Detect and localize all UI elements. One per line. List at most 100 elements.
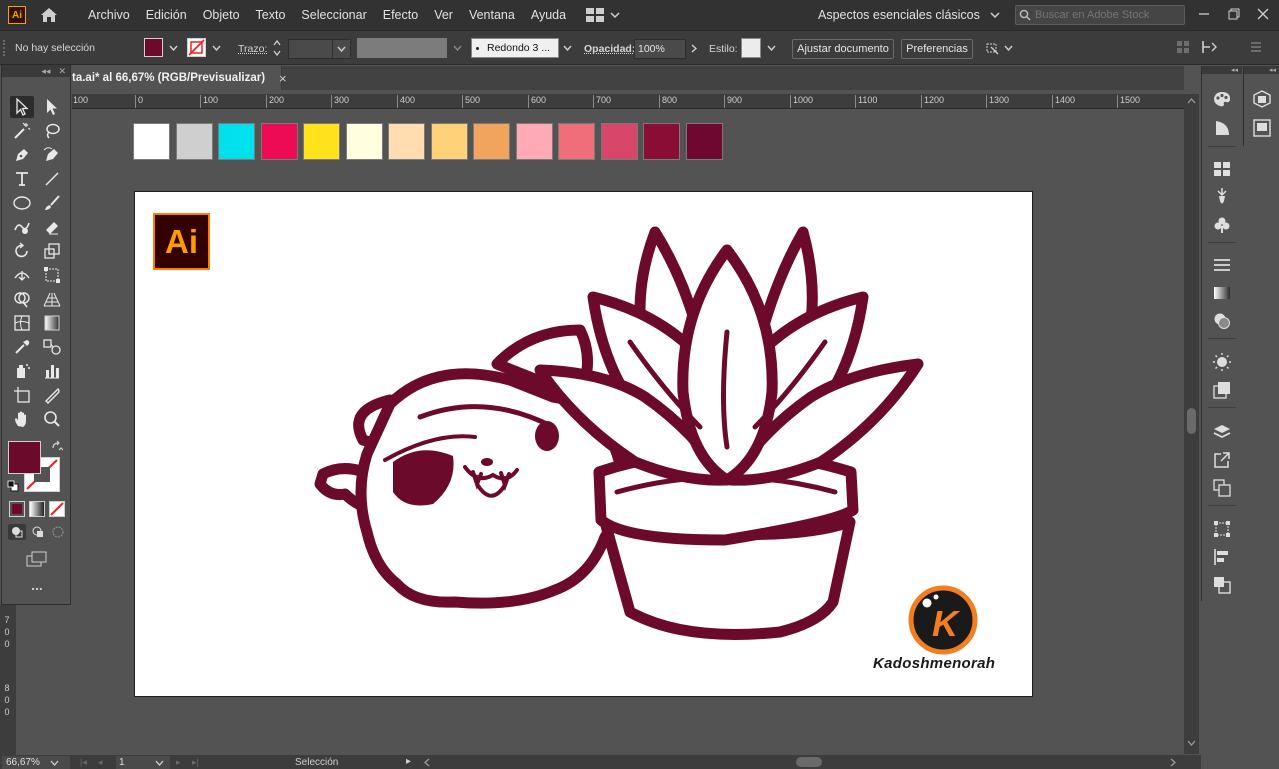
- menu-seleccionar[interactable]: Seleccionar: [293, 0, 374, 30]
- color-swatch[interactable]: [685, 123, 723, 160]
- draw-behind-button[interactable]: [29, 524, 47, 540]
- opacity-label[interactable]: Opacidad:: [584, 43, 635, 55]
- shaper-tool[interactable]: [10, 216, 34, 238]
- gradient-panel-icon[interactable]: [1211, 282, 1233, 304]
- symbols-panel-icon[interactable]: [1211, 214, 1233, 236]
- menu-texto[interactable]: Texto: [248, 0, 294, 30]
- align-panel-icon[interactable]: [1211, 546, 1233, 568]
- width-tool[interactable]: [10, 264, 34, 286]
- swap-fill-stroke-icon[interactable]: [51, 440, 64, 452]
- document-tab[interactable]: ta.ai* al 66,67% (RGB/Previsualizar) ×: [72, 66, 287, 90]
- graphic-styles-icon[interactable]: [1211, 379, 1233, 401]
- color-guide-icon[interactable]: [1211, 117, 1233, 139]
- last-artboard-icon[interactable]: ▸|: [192, 757, 199, 768]
- gradient-mode-button[interactable]: [29, 501, 45, 517]
- slice-tool[interactable]: [40, 384, 64, 406]
- stroke-swatch[interactable]: [187, 38, 206, 57]
- ellipse-tool[interactable]: [10, 192, 34, 214]
- color-panel-icon[interactable]: [1211, 88, 1233, 110]
- color-swatch[interactable]: [388, 123, 425, 160]
- menu-archivo[interactable]: Archivo: [80, 0, 138, 30]
- eraser-tool[interactable]: [40, 216, 64, 238]
- opacity-dropdown[interactable]: [687, 39, 701, 57]
- previous-artboard-icon[interactable]: ◂: [98, 757, 103, 768]
- panel-menu-icon[interactable]: [1250, 41, 1262, 53]
- hand-tool[interactable]: [10, 408, 34, 430]
- draw-inside-button[interactable]: [49, 524, 67, 540]
- color-swatch[interactable]: [643, 123, 680, 160]
- color-swatch[interactable]: [345, 123, 383, 160]
- vertical-scrollbar[interactable]: [1184, 94, 1199, 754]
- profile-dropdown[interactable]: [450, 39, 464, 57]
- fill-dropdown[interactable]: [166, 39, 180, 57]
- artboard[interactable]: Ai K Kadoshmenorah: [134, 191, 1033, 697]
- shape-builder-tool[interactable]: [10, 288, 34, 310]
- direct-selection-tool[interactable]: [40, 96, 64, 118]
- menu-ayuda[interactable]: Ayuda: [523, 0, 574, 30]
- close-tab-icon[interactable]: ×: [279, 71, 287, 86]
- home-icon[interactable]: [38, 4, 60, 26]
- color-swatch[interactable]: [218, 123, 255, 160]
- selection-tool[interactable]: [10, 96, 34, 118]
- type-tool[interactable]: [10, 168, 34, 190]
- preferences-button[interactable]: Preferencias: [901, 39, 973, 59]
- style-dropdown[interactable]: [764, 39, 778, 57]
- menu-ventana[interactable]: Ventana: [461, 0, 523, 30]
- stroke-weight-input[interactable]: [288, 39, 333, 59]
- transform-icon[interactable]: [1200, 39, 1220, 55]
- horizontal-scroll-thumb[interactable]: [796, 757, 822, 767]
- artboard-tool[interactable]: [10, 384, 34, 406]
- stock-search-box[interactable]: [1015, 5, 1185, 25]
- brushes-panel-icon[interactable]: [1211, 186, 1233, 208]
- zoom-level-field[interactable]: 66,67%: [2, 756, 70, 769]
- layers-panel-icon[interactable]: [1211, 421, 1233, 443]
- transparency-panel-icon[interactable]: [1211, 310, 1233, 332]
- select-similar-button[interactable]: [984, 39, 1018, 57]
- stock-search-input[interactable]: [1035, 9, 1183, 21]
- libraries-panel-icon[interactable]: [1251, 88, 1273, 110]
- opacity-input[interactable]: 100%: [634, 39, 686, 59]
- color-swatch[interactable]: [175, 123, 213, 160]
- symbol-sprayer-tool[interactable]: [10, 360, 34, 382]
- color-swatch[interactable]: [600, 123, 638, 160]
- transform-panel-icon[interactable]: [1211, 518, 1233, 540]
- vertical-ruler[interactable]: 7 0 0 8 0 0: [0, 605, 16, 755]
- vertical-scroll-thumb[interactable]: [1187, 408, 1196, 434]
- eyedropper-tool[interactable]: [10, 336, 34, 358]
- paintbrush-tool[interactable]: [40, 192, 64, 214]
- first-artboard-icon[interactable]: |◂: [80, 757, 87, 768]
- brush-definition[interactable]: Redondo 3 ...: [471, 38, 559, 58]
- free-transform-tool[interactable]: [40, 264, 64, 286]
- fit-document-button[interactable]: Ajustar documento: [792, 39, 894, 59]
- restore-button[interactable]: [1226, 6, 1242, 22]
- next-artboard-icon[interactable]: ▸: [176, 757, 181, 768]
- asset-export-icon[interactable]: [1211, 449, 1233, 471]
- zoom-tool[interactable]: [40, 408, 64, 430]
- scale-tool[interactable]: [40, 240, 64, 262]
- menu-efecto[interactable]: Efecto: [375, 0, 426, 30]
- curvature-tool[interactable]: [40, 144, 64, 166]
- horizontal-ruler[interactable]: 100 0 100 200 300 400 500 600 700 800 90…: [72, 94, 1184, 109]
- close-panel-icon[interactable]: ✕: [58, 66, 66, 77]
- align-grid-icon[interactable]: [1176, 40, 1190, 54]
- screen-mode-button[interactable]: [26, 551, 48, 567]
- swatches-panel-icon[interactable]: [1211, 158, 1233, 180]
- none-mode-button[interactable]: [49, 501, 65, 517]
- pen-tool[interactable]: [10, 144, 34, 166]
- color-mode-button[interactable]: [9, 501, 25, 517]
- default-fill-stroke-icon[interactable]: [7, 480, 19, 492]
- color-swatch[interactable]: [430, 123, 468, 160]
- stroke-weight-stepper[interactable]: [272, 39, 286, 59]
- color-swatch[interactable]: [260, 123, 298, 160]
- arrange-documents-button[interactable]: [586, 8, 620, 22]
- draw-normal-button[interactable]: [8, 524, 26, 540]
- brush-dropdown[interactable]: [560, 39, 574, 57]
- stroke-dropdown[interactable]: [209, 39, 223, 57]
- minimize-button[interactable]: [1196, 6, 1212, 22]
- stroke-panel-icon[interactable]: [1211, 254, 1233, 276]
- menu-ver[interactable]: Ver: [426, 0, 461, 30]
- color-swatch[interactable]: [515, 123, 553, 160]
- properties-panel-icon[interactable]: [1251, 117, 1273, 139]
- horizontal-scrollbar[interactable]: [420, 755, 1184, 769]
- line-segment-tool[interactable]: [40, 168, 64, 190]
